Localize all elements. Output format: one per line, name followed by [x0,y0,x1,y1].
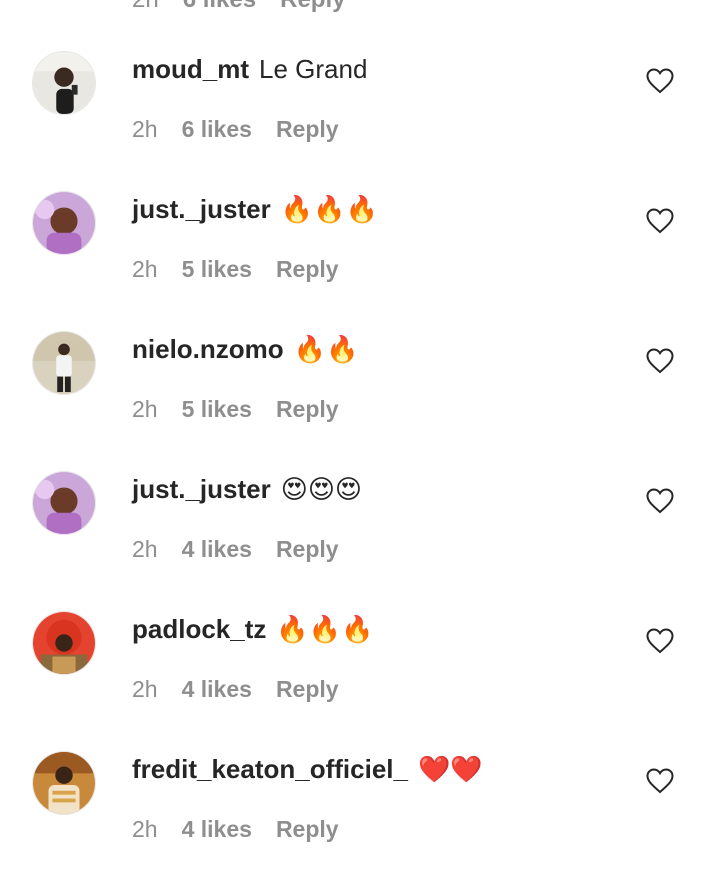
comment-text: 🔥🔥🔥 [280,194,378,224]
comment-likes[interactable]: 4 likes [182,536,252,562]
reply-button[interactable]: Reply [276,816,339,842]
comment-item: just._juster 😍😍😍 2h 4 likes Reply [0,420,720,562]
comment-meta: 2h 4 likes Reply [132,814,339,844]
comment-item: padlock_tz 🔥🔥🔥 2h 4 likes Reply [0,560,720,702]
comment-content: padlock_tz 🔥🔥🔥 [132,612,374,646]
comment-content: nielo.nzomo 🔥🔥 [132,332,358,366]
comment-username[interactable]: just._juster [132,194,271,224]
comment-likes[interactable]: 6 likes [182,116,252,142]
comments-screen: 2h 6 likes Reply moud_mt Le Grand 2h 6 likes… [0,0,720,871]
comment-item: moud_mt Le Grand 2h 6 likes Reply [0,0,720,142]
comment-username[interactable]: padlock_tz [132,614,266,644]
reply-button[interactable]: Reply [276,256,339,282]
reply-button[interactable]: Reply [276,116,339,142]
reply-button[interactable]: Reply [276,536,339,562]
comment-time: 2h [132,396,158,422]
comment-likes[interactable]: 5 likes [182,396,252,422]
avatar[interactable] [32,191,96,255]
comment-content: just._juster 😍😍😍 [132,472,362,506]
comment-content: just._juster 🔥🔥🔥 [132,192,378,226]
comment-likes[interactable]: 5 likes [182,256,252,282]
heart-outline-icon[interactable] [646,488,674,514]
comment-item: fredit_keaton_officiel_ ❤️❤️ 2h 4 likes Rep… [0,700,720,842]
heart-outline-icon[interactable] [646,68,674,94]
comment-content: fredit_keaton_officiel_ ❤️❤️ [132,752,483,786]
avatar[interactable] [32,331,96,395]
comment-time: 2h [132,256,158,282]
heart-outline-icon[interactable] [646,628,674,654]
comment-username[interactable]: just._juster [132,474,271,504]
comment-text: Le Grand [259,54,368,84]
heart-outline-icon[interactable] [646,348,674,374]
comment-time: 2h [132,816,158,842]
comment-item: nielo.nzomo 🔥🔥 2h 5 likes Reply [0,280,720,422]
comment-username[interactable]: nielo.nzomo [132,334,284,364]
comment-username[interactable]: moud_mt [132,54,249,84]
heart-outline-icon[interactable] [646,768,674,794]
comment-text: ❤️❤️ [417,754,483,784]
comment-time: 2h [132,676,158,702]
comment-text: 🔥🔥🔥 [276,614,374,644]
comment-time: 2h [132,116,158,142]
avatar[interactable] [32,611,96,675]
comment-likes[interactable]: 4 likes [182,676,252,702]
comment-text: 🔥🔥 [293,334,359,364]
comment-time: 2h [132,536,158,562]
comment-item: just._juster 🔥🔥🔥 2h 5 likes Reply [0,140,720,282]
comment-username[interactable]: fredit_keaton_officiel_ [132,754,408,784]
avatar[interactable] [32,51,96,115]
reply-button[interactable]: Reply [276,676,339,702]
reply-button[interactable]: Reply [276,396,339,422]
heart-outline-icon[interactable] [646,208,674,234]
comment-likes[interactable]: 4 likes [182,816,252,842]
avatar[interactable] [32,471,96,535]
avatar[interactable] [32,751,96,815]
comment-text: 😍😍😍 [280,474,363,504]
comment-content: moud_mt Le Grand [132,52,367,86]
